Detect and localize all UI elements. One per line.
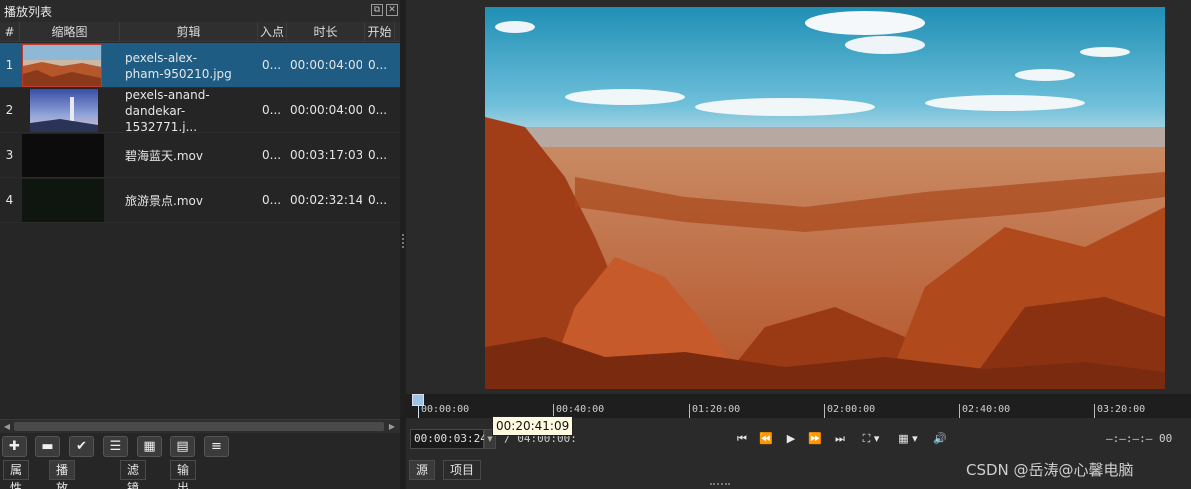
playlist-row[interactable]: 4 旅游景点.mov 0... 00:02:32:14 0... bbox=[0, 178, 400, 223]
splitter-grip bbox=[402, 234, 404, 248]
list-view-icon: ☰ bbox=[109, 439, 122, 454]
ruler-tick: 02:00:00 bbox=[824, 404, 875, 418]
horizontal-scrollbar[interactable]: ◀ ▶ bbox=[0, 419, 400, 433]
clip-thumbnail bbox=[22, 178, 106, 223]
clip-name: pexels-alex- pham-950210.jpg bbox=[125, 50, 232, 81]
out-timecode: —:—:—:— 00 bbox=[1106, 432, 1173, 445]
playlist-header: # 缩略图 剪辑 入点 时长 开始 bbox=[0, 22, 400, 42]
playlist-row[interactable]: 2 pexels-anand- dandekar-1532771.j... 0.… bbox=[0, 88, 400, 133]
rewind-button[interactable]: ⏪ bbox=[758, 430, 774, 448]
tab-export[interactable]: 输出 bbox=[170, 460, 197, 489]
tab-source[interactable]: 源 bbox=[409, 460, 436, 480]
menu-icon: ≡ bbox=[211, 439, 222, 454]
skip-start-button[interactable]: ⏮ bbox=[735, 430, 749, 448]
col-header-start[interactable]: 开始 bbox=[365, 22, 395, 41]
chevron-down-icon: ▼ bbox=[487, 435, 493, 443]
ruler-tick: 02:40:00 bbox=[959, 404, 1010, 418]
video-preview[interactable] bbox=[485, 7, 1165, 389]
float-panel-icon[interactable]: ⧉ bbox=[371, 4, 383, 16]
add-button[interactable]: ✚ bbox=[2, 436, 27, 457]
check-icon: ✔ bbox=[76, 439, 87, 454]
playhead-line bbox=[418, 406, 419, 418]
fast-forward-icon: ⏩ bbox=[808, 432, 822, 445]
clip-in: 0... bbox=[262, 193, 282, 207]
scroll-left-icon[interactable]: ◀ bbox=[1, 421, 13, 433]
clip-duration: 00:02:32:14 bbox=[290, 193, 362, 207]
tab-project[interactable]: 项目 bbox=[443, 460, 482, 480]
clip-start: 0... bbox=[368, 148, 388, 162]
tab-filters[interactable]: 滤镜 bbox=[120, 460, 147, 489]
volume-button[interactable]: 🔊 bbox=[931, 430, 949, 448]
details-view-button[interactable]: ▤ bbox=[170, 436, 195, 457]
clip-name: 碧海蓝天.mov bbox=[125, 148, 203, 163]
col-header-clip[interactable]: 剪辑 bbox=[120, 22, 258, 41]
clip-thumbnail bbox=[22, 133, 106, 178]
col-header-in[interactable]: 入点 bbox=[258, 22, 287, 41]
clip-duration: 00:00:04:00 bbox=[290, 103, 362, 117]
details-view-icon: ▤ bbox=[176, 439, 189, 454]
clip-thumbnail bbox=[30, 88, 114, 133]
playlist-row[interactable]: 1 pexels-alex- pham-950210.jpg 0... 00:0… bbox=[0, 43, 400, 88]
fast-forward-button[interactable]: ⏩ bbox=[807, 430, 823, 448]
row-number: 4 bbox=[5, 193, 14, 207]
row-number: 2 bbox=[5, 103, 14, 117]
col-header-duration[interactable]: 时长 bbox=[287, 22, 365, 41]
play-button[interactable]: ▶ bbox=[784, 430, 798, 448]
ruler-tick: 00:00:00 bbox=[418, 404, 469, 418]
close-panel-icon[interactable]: ✕ bbox=[386, 4, 398, 16]
remove-button[interactable]: ▬ bbox=[35, 436, 60, 457]
add-icon: ✚ bbox=[9, 439, 20, 454]
tab-playlist[interactable]: 播放列表 bbox=[49, 460, 76, 489]
rewind-icon: ⏪ bbox=[759, 432, 773, 445]
clip-in: 0... bbox=[262, 58, 282, 72]
zoom-button[interactable]: ⛶ ▾ bbox=[858, 430, 884, 448]
bottom-grip[interactable] bbox=[710, 483, 730, 486]
clip-thumbnail bbox=[22, 43, 106, 88]
timeline-ruler[interactable]: 00:00:00 00:40:00 01:20:00 02:00:00 02:4… bbox=[406, 394, 1191, 418]
grid-view-button[interactable]: ▦ bbox=[137, 436, 162, 457]
row-number: 3 bbox=[5, 148, 14, 162]
row-number: 1 bbox=[5, 58, 14, 72]
ruler-tick: 03:20:00 bbox=[1094, 404, 1145, 418]
clip-name: pexels-anand- dandekar-1532771.j... bbox=[125, 88, 210, 133]
clip-name: 旅游景点.mov bbox=[125, 193, 203, 208]
viewer-panel: 00:00:00 00:40:00 01:20:00 02:00:00 02:4… bbox=[406, 0, 1191, 489]
playhead-handle[interactable] bbox=[412, 394, 424, 406]
playlist-title-bar: 播放列表 ⧉ ✕ bbox=[0, 0, 400, 22]
clip-start: 0... bbox=[368, 193, 388, 207]
clip-duration: 00:03:17:03 bbox=[290, 148, 362, 162]
current-timecode-input[interactable]: 00:00:03:24 bbox=[410, 429, 487, 449]
clip-start: 0... bbox=[368, 103, 388, 117]
grid-button[interactable]: ▦ ▾ bbox=[894, 430, 922, 448]
play-icon: ▶ bbox=[786, 432, 796, 445]
clip-in: 0... bbox=[262, 103, 282, 117]
scrollbar-thumb[interactable] bbox=[14, 422, 384, 431]
grid-icon: ▦ ▾ bbox=[898, 432, 918, 445]
menu-button[interactable]: ≡ bbox=[204, 436, 229, 457]
playlist-row[interactable]: 3 碧海蓝天.mov 0... 00:03:17:03 0... bbox=[0, 133, 400, 178]
clip-start: 0... bbox=[368, 58, 388, 72]
clip-duration: 00:00:04:00 bbox=[290, 58, 362, 72]
playlist-title: 播放列表 bbox=[4, 5, 53, 19]
time-tooltip: 00:20:41:09 bbox=[492, 416, 574, 436]
zoom-icon: ⛶ ▾ bbox=[862, 432, 880, 445]
ruler-tick: 01:20:00 bbox=[689, 404, 740, 418]
update-button[interactable]: ✔ bbox=[69, 436, 94, 457]
tab-properties[interactable]: 属性 bbox=[3, 460, 30, 489]
skip-end-button[interactable]: ⏭ bbox=[833, 430, 847, 448]
playlist-panel: 播放列表 ⧉ ✕ # 缩略图 剪辑 入点 时长 开始 1 pexels-alex… bbox=[0, 0, 400, 489]
remove-icon: ▬ bbox=[41, 439, 54, 454]
watermark-text: CSDN @岳涛@心馨电脑 bbox=[966, 461, 1134, 479]
clip-in: 0... bbox=[262, 148, 282, 162]
volume-icon: 🔊 bbox=[933, 432, 947, 445]
skip-end-icon: ⏭ bbox=[835, 432, 845, 445]
playlist-toolbar: ✚ ▬ ✔ ☰ ▦ ▤ ≡ bbox=[0, 434, 400, 458]
scroll-right-icon[interactable]: ▶ bbox=[386, 421, 398, 433]
grid-view-icon: ▦ bbox=[143, 439, 156, 454]
col-header-thumbnail[interactable]: 缩略图 bbox=[20, 22, 120, 41]
skip-start-icon: ⏮ bbox=[737, 432, 747, 445]
list-view-button[interactable]: ☰ bbox=[103, 436, 128, 457]
col-header-number[interactable]: # bbox=[0, 22, 20, 41]
